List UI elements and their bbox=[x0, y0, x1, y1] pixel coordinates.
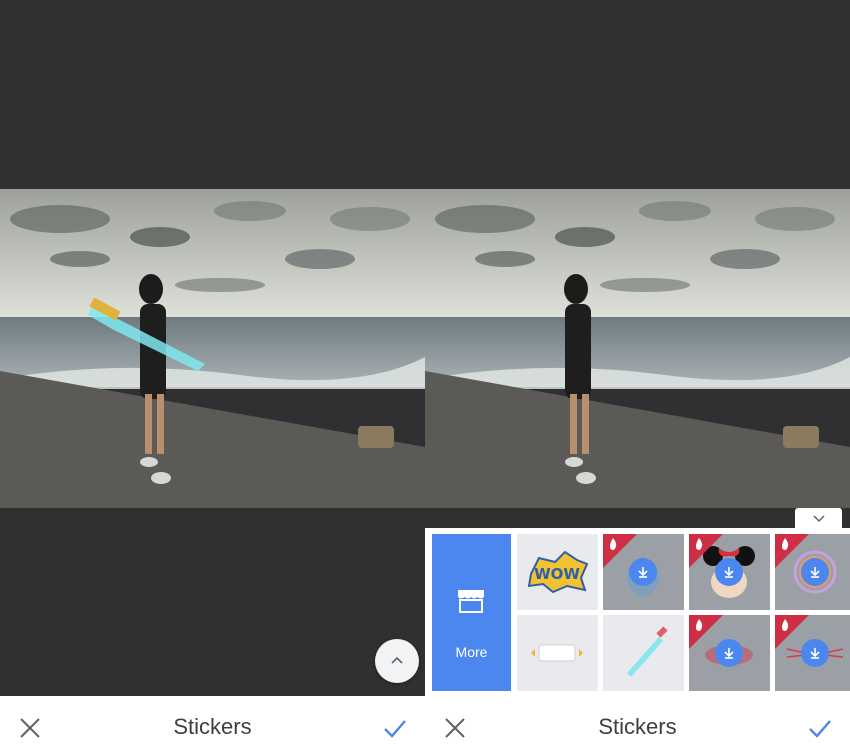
sticker-wow[interactable]: WOW bbox=[517, 534, 598, 610]
flame-icon bbox=[782, 619, 789, 631]
toolbar-title: Stickers bbox=[598, 714, 677, 739]
sticker-chinese-text[interactable] bbox=[517, 615, 598, 691]
confirm-button[interactable] bbox=[806, 714, 834, 742]
chevron-up-icon bbox=[391, 656, 403, 664]
download-icon bbox=[724, 567, 734, 578]
sticker-red-glow[interactable] bbox=[689, 615, 770, 691]
confirm-button[interactable] bbox=[381, 714, 409, 742]
chevron-down-icon bbox=[812, 515, 825, 523]
chinese-text-sparkle-icon bbox=[531, 644, 583, 662]
flame-icon bbox=[696, 619, 703, 631]
download-button[interactable] bbox=[715, 639, 743, 667]
sticker-glowing-sword[interactable] bbox=[603, 615, 684, 691]
bottom-toolbar: Stickers bbox=[425, 696, 850, 756]
photo-canvas bbox=[0, 189, 425, 508]
more-label: More bbox=[455, 644, 488, 660]
svg-text:WOW: WOW bbox=[534, 565, 580, 583]
store-icon bbox=[458, 590, 484, 613]
photo-canvas bbox=[425, 189, 850, 508]
download-icon bbox=[638, 567, 648, 578]
flame-icon bbox=[696, 538, 703, 550]
download-icon bbox=[810, 648, 820, 659]
bottom-toolbar: Stickers bbox=[0, 696, 425, 756]
download-button[interactable] bbox=[629, 558, 657, 586]
download-button[interactable] bbox=[801, 639, 829, 667]
download-button[interactable] bbox=[801, 558, 829, 586]
sticker-color-ring[interactable] bbox=[775, 534, 850, 610]
photo-with-sticker[interactable] bbox=[0, 189, 425, 508]
more-stickers-button[interactable]: More bbox=[432, 534, 511, 691]
flame-icon bbox=[610, 538, 617, 550]
flame-icon bbox=[782, 538, 789, 550]
wow-comic-icon: WOW bbox=[527, 550, 589, 594]
glowing-sword-icon bbox=[627, 626, 668, 677]
sticker-blue-creature[interactable] bbox=[603, 534, 684, 610]
photo-preview[interactable] bbox=[425, 189, 850, 508]
toolbar-title: Stickers bbox=[173, 714, 252, 739]
collapse-tray-button[interactable] bbox=[795, 508, 842, 530]
check-icon bbox=[809, 720, 831, 738]
editor-screen-left: Stickers bbox=[0, 0, 425, 756]
expand-tray-button[interactable] bbox=[375, 639, 419, 683]
download-icon bbox=[724, 648, 734, 659]
sticker-tray: More WOW bbox=[425, 528, 850, 696]
sticker-whiskers[interactable] bbox=[775, 615, 850, 691]
sticker-minnie-mouse[interactable] bbox=[689, 534, 770, 610]
download-icon bbox=[810, 567, 820, 578]
check-icon bbox=[384, 720, 406, 738]
download-button[interactable] bbox=[715, 558, 743, 586]
editor-screen-right: More WOW Stickers bbox=[425, 0, 850, 756]
